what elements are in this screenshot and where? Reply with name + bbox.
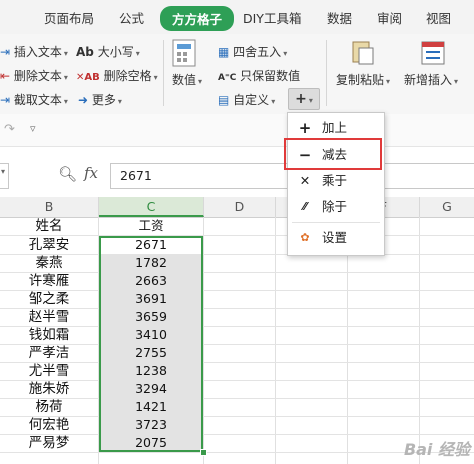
- arrow-right-icon: ➜: [78, 93, 89, 107]
- redo-icon[interactable]: ↷: [4, 122, 15, 137]
- name-cell[interactable]: 何宏艳: [0, 416, 98, 434]
- round-icon: ▦: [218, 45, 230, 59]
- multiply-icon: ✕: [299, 173, 311, 188]
- salary-cell[interactable]: 1782: [99, 254, 203, 272]
- table-row: 严易梦 2075: [0, 434, 474, 453]
- column-header-b[interactable]: B: [0, 197, 99, 217]
- table-row: 施朱娇 3294: [0, 380, 474, 399]
- tab-review[interactable]: 审阅: [377, 8, 402, 27]
- menu-item-divide[interactable]: ⁄⁄ 除于: [288, 194, 384, 220]
- menu-item-settings[interactable]: ✿ 设置: [288, 225, 384, 251]
- delete-text-icon: ⇤: [0, 69, 11, 83]
- table-row: 孔翠安 2671: [0, 236, 474, 255]
- salary-cell[interactable]: 2755: [99, 344, 203, 362]
- custom-icon: ▤: [218, 93, 230, 107]
- salary-cell[interactable]: 3410: [99, 326, 203, 344]
- header-salary-cell[interactable]: 工资: [99, 217, 203, 235]
- numeric-button[interactable]: 数值 ▾: [172, 71, 202, 88]
- salary-cell[interactable]: 3294: [99, 380, 203, 398]
- table-row: 邹之柔 3691: [0, 290, 474, 309]
- copy-paste-button[interactable]: 复制粘贴 ▾: [336, 71, 390, 88]
- table-row: 赵半雪 3659: [0, 308, 474, 327]
- ribbon-tabs: 页面布局 公式 方方格子 DIY工具箱 数据 审阅 视图: [0, 0, 474, 34]
- salary-cell[interactable]: 3723: [99, 416, 203, 434]
- salary-cell[interactable]: 1421: [99, 398, 203, 416]
- cut-text-button[interactable]: ⇥ 截取文本 ▾: [0, 91, 68, 108]
- custom-button[interactable]: ▤ 自定义 ▾: [218, 91, 275, 108]
- ribbon-divider: [163, 40, 164, 106]
- tab-page-layout[interactable]: 页面布局: [44, 8, 94, 27]
- table-row: 许寒雁 2663: [0, 272, 474, 291]
- divide-icon: ⁄⁄: [303, 200, 307, 213]
- case-button[interactable]: Ab 大小写 ▾: [76, 43, 140, 60]
- salary-cell[interactable]: 2663: [99, 272, 203, 290]
- watermark: Bai 经验: [403, 440, 470, 459]
- table-row: 尤半雪 1238: [0, 362, 474, 381]
- tab-diy-toolbox[interactable]: DIY工具箱: [243, 8, 301, 27]
- column-headers: B C D E F G: [0, 197, 474, 218]
- name-cell[interactable]: 许寒雁: [0, 272, 98, 290]
- table-header-row: 姓名 工资: [0, 217, 474, 236]
- name-box-dropdown-icon[interactable]: ▾: [1, 167, 5, 176]
- delete-space-icon: ✕AB: [76, 72, 100, 83]
- salary-cell[interactable]: 2075: [99, 434, 203, 452]
- add-insert-icon: [418, 38, 448, 68]
- formula-bar: ▾ 🔍︎ fx 2671: [0, 147, 474, 197]
- name-cell[interactable]: 严孝洁: [0, 344, 98, 362]
- column-header-c[interactable]: C: [99, 197, 204, 217]
- sheet-grid[interactable]: 姓名 工资 孔翠安 2671 秦燕 1782 许寒雁 2663 邹之柔 3691 赵半雪…: [0, 217, 474, 464]
- keep-value-icon: A⁼C: [218, 73, 237, 83]
- copy-paste-icon: [348, 38, 378, 68]
- name-cell[interactable]: 孔翠安: [0, 236, 98, 254]
- name-cell[interactable]: 施朱娇: [0, 380, 98, 398]
- table-row: 钱如霜 3410: [0, 326, 474, 345]
- name-cell[interactable]: 赵半雪: [0, 308, 98, 326]
- header-name-cell[interactable]: 姓名: [0, 217, 98, 235]
- name-cell[interactable]: 杨荷: [0, 398, 98, 416]
- fx-icon[interactable]: fx: [84, 164, 98, 182]
- more-button[interactable]: ➜ 更多 ▾: [78, 91, 122, 108]
- table-row: 何宏艳 3723: [0, 416, 474, 435]
- tab-data[interactable]: 数据: [327, 8, 352, 27]
- insert-text-button[interactable]: ⇥ 插入文本 ▾: [0, 43, 68, 60]
- cut-text-icon: ⇥: [0, 93, 11, 107]
- table-row: 杨荷 1421: [0, 398, 474, 417]
- tab-fangfangezi[interactable]: 方方格子: [160, 6, 235, 31]
- menu-item-multiply[interactable]: ✕ 乘于: [288, 168, 384, 194]
- salary-cell[interactable]: 1238: [99, 362, 203, 380]
- highlight-box: [284, 138, 382, 170]
- column-header-g[interactable]: G: [420, 197, 474, 217]
- settings-icon: ✿: [300, 231, 310, 244]
- case-icon: Ab: [76, 45, 94, 59]
- salary-cell[interactable]: 3659: [99, 308, 203, 326]
- tab-view[interactable]: 视图: [426, 8, 451, 27]
- ribbon-divider: [326, 40, 327, 106]
- name-cell[interactable]: 秦燕: [0, 254, 98, 272]
- operation-dropdown-button[interactable]: + ▾: [288, 88, 320, 110]
- ribbon-body: ⇥ 插入文本 ▾ ⇤ 删除文本 ▾ ⇥ 截取文本 ▾ Ab 大小写 ▾ ✕AB 删除空格…: [0, 34, 474, 115]
- tab-formulas[interactable]: 公式: [119, 8, 144, 27]
- name-cell[interactable]: 尤半雪: [0, 362, 98, 380]
- zoom-search-icon[interactable]: 🔍︎: [58, 165, 77, 183]
- insert-text-icon: ⇥: [0, 45, 11, 59]
- keep-value-button[interactable]: A⁼C 只保留数值: [218, 67, 300, 84]
- table-row: 秦燕 1782: [0, 254, 474, 273]
- column-header-d[interactable]: D: [204, 197, 276, 217]
- salary-cell[interactable]: 2671: [99, 236, 203, 254]
- add-insert-button[interactable]: 新增插入 ▾: [404, 71, 458, 88]
- quick-access-bar: ↷ ▿: [0, 114, 474, 147]
- fill-handle[interactable]: [200, 449, 207, 456]
- menu-divider: [292, 222, 380, 223]
- delete-space-button[interactable]: ✕AB 删除空格 ▾: [76, 67, 158, 84]
- delete-text-button[interactable]: ⇤ 删除文本 ▾: [0, 67, 68, 84]
- round-button[interactable]: ▦ 四舍五入 ▾: [218, 43, 287, 60]
- operation-menu: + 加上 − 减去 ✕ 乘于 ⁄⁄ 除于 ✿ 设置: [287, 112, 385, 256]
- table-row: 严孝洁 2755: [0, 344, 474, 363]
- name-cell[interactable]: 钱如霜: [0, 326, 98, 344]
- name-cell[interactable]: 邹之柔: [0, 290, 98, 308]
- name-cell[interactable]: 严易梦: [0, 434, 98, 452]
- salary-cell[interactable]: 3691: [99, 290, 203, 308]
- numeric-icon: [170, 38, 210, 68]
- customize-icon[interactable]: ▿: [30, 122, 36, 135]
